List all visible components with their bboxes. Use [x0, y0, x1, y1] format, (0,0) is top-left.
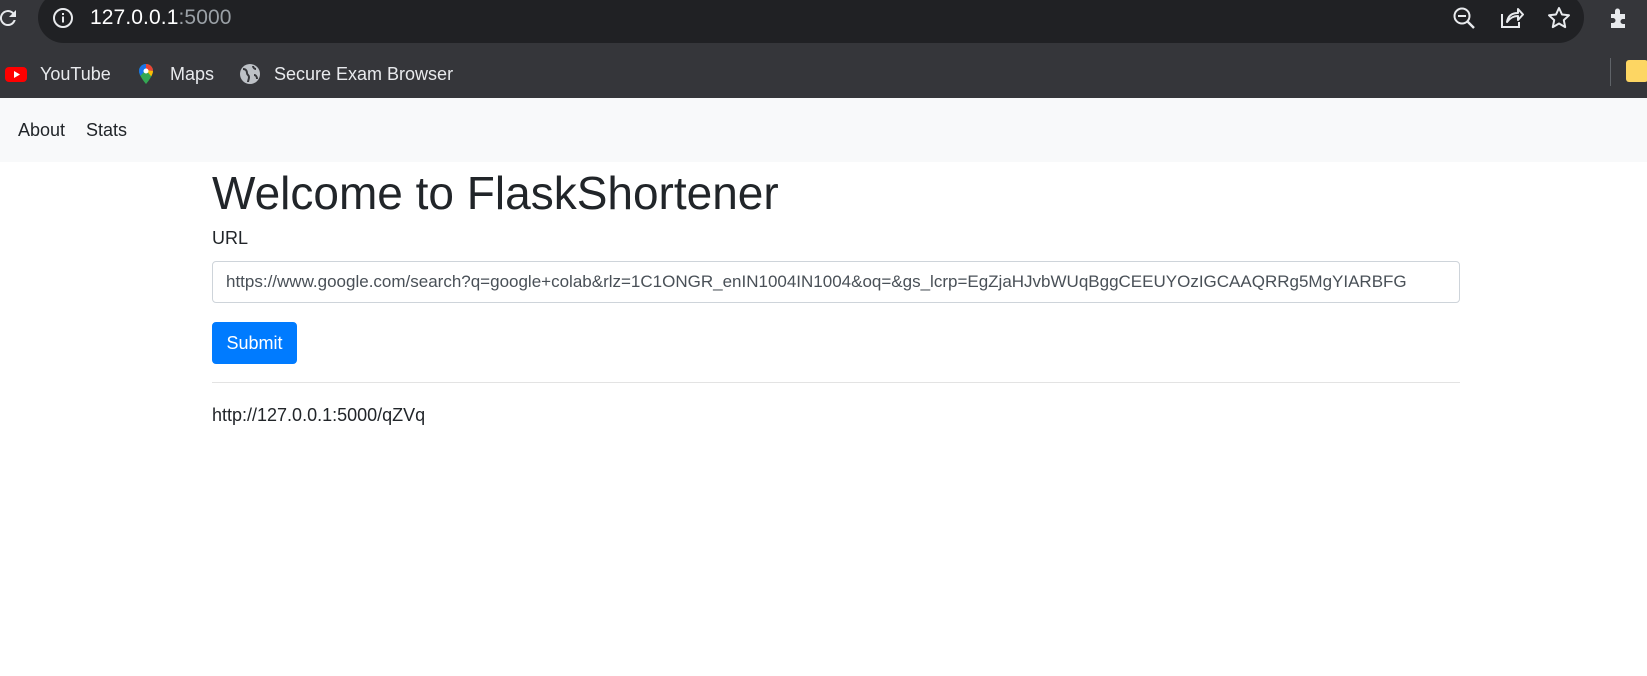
- address-host: 127.0.0.1: [90, 6, 179, 29]
- bookmark-folder-icon[interactable]: [1626, 60, 1647, 82]
- bookmark-label: Maps: [170, 63, 215, 84]
- bookmark-youtube[interactable]: YouTube: [4, 60, 111, 88]
- youtube-icon: [4, 62, 28, 86]
- bookmarks-bar: YouTube Maps Secure Exam Browser: [0, 50, 1647, 99]
- address-bar[interactable]: 127.0.0.1:5000: [38, 0, 1584, 43]
- share-icon[interactable]: [1498, 5, 1524, 31]
- bookmarks-divider: [1610, 58, 1611, 86]
- maps-icon: [134, 62, 158, 86]
- bookmark-maps[interactable]: Maps: [134, 60, 214, 88]
- reload-icon[interactable]: [0, 6, 20, 30]
- extensions-icon[interactable]: [1606, 5, 1632, 31]
- star-icon[interactable]: [1546, 5, 1572, 31]
- zoom-out-icon[interactable]: [1451, 5, 1477, 31]
- browser-toolbar: 127.0.0.1:5000: [0, 0, 1647, 50]
- short-url-result: http://127.0.0.1:5000/qZVq: [212, 405, 426, 425]
- bookmark-label: YouTube: [40, 63, 111, 84]
- url-label: URL: [212, 228, 249, 248]
- bookmark-label: Secure Exam Browser: [274, 63, 454, 84]
- site-navbar: About Stats: [0, 98, 1647, 162]
- nav-link-about[interactable]: About: [18, 120, 65, 141]
- address-text[interactable]: 127.0.0.1:5000: [90, 6, 232, 30]
- nav-link-stats[interactable]: Stats: [86, 120, 127, 141]
- bookmark-secure-exam-browser[interactable]: Secure Exam Browser: [238, 60, 453, 88]
- info-icon[interactable]: [52, 7, 74, 29]
- address-port: :5000: [178, 6, 232, 29]
- url-input[interactable]: https://www.google.com/search?q=google+c…: [212, 261, 1460, 303]
- globe-icon: [238, 62, 262, 86]
- divider: [212, 382, 1460, 383]
- submit-button[interactable]: Submit: [212, 322, 297, 364]
- page-title: Welcome to FlaskShortener: [212, 167, 779, 219]
